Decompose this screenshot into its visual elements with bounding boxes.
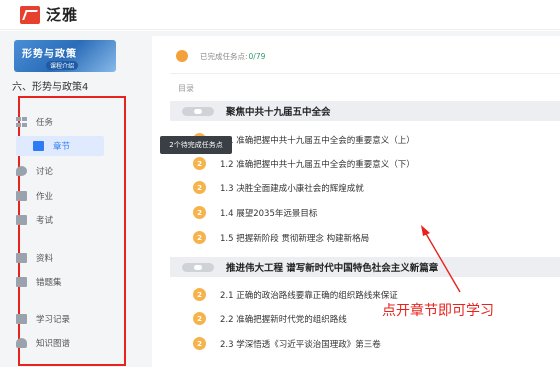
annotation-text: 点开章节即可学习 — [382, 303, 494, 319]
